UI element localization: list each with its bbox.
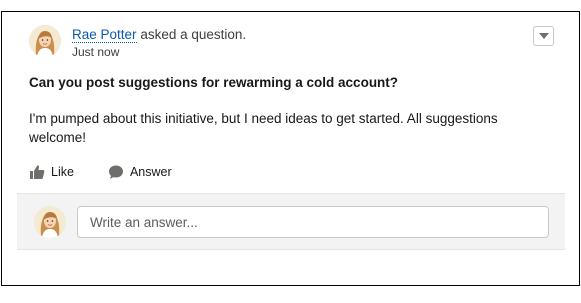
post-menu-button[interactable] [533,26,554,46]
answer-composer [17,193,565,250]
author-line: Rae Potter asked a question. [72,27,246,43]
like-label: Like [51,165,74,179]
question-title: Can you post suggestions for rewarming a… [29,75,399,90]
current-user-avatar-image [34,206,66,238]
answer-label: Answer [129,165,172,179]
chevron-down-icon [538,33,549,39]
answer-button[interactable]: Answer [108,164,172,180]
author-avatar[interactable] [29,25,61,57]
author-action-text: asked a question. [140,27,247,42]
current-user-avatar[interactable] [34,206,66,238]
answer-input[interactable] [77,206,549,238]
author-name-link[interactable]: Rae Potter [72,27,137,43]
like-button[interactable]: Like [29,164,74,180]
question-post-card: Rae Potter asked a question. Just now Ca… [1,11,580,286]
question-body: I'm pumped about this initiative, but I … [29,111,498,145]
speech-bubble-icon [108,164,124,180]
thumbs-up-icon [29,164,45,180]
post-timestamp[interactable]: Just now [72,45,119,59]
post-actions-bar: Like Answer [29,162,206,182]
author-avatar-image [29,25,61,57]
